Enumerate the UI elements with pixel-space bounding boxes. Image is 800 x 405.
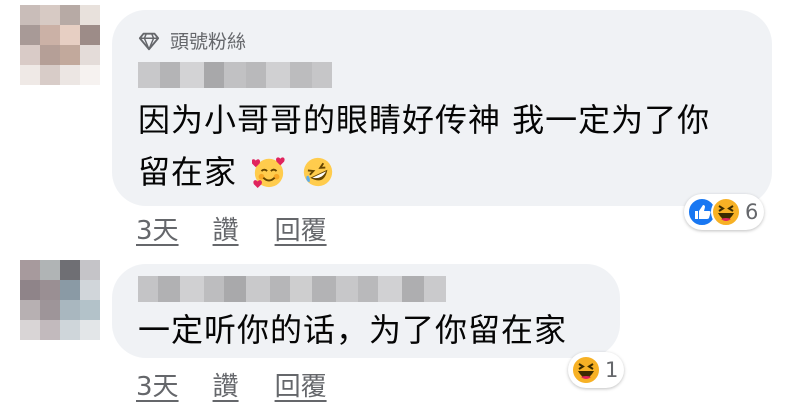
like-button[interactable]: 讚 (213, 210, 239, 247)
haha-icon (711, 197, 741, 227)
reaction-summary[interactable]: 1 (568, 352, 625, 388)
comment-text-line: 一定听你的话，为了你留在家 (138, 311, 568, 349)
timestamp-link[interactable]: 3天 (136, 210, 179, 247)
comment-text-segment: 留在家 (138, 153, 238, 191)
comment-actions: 3天 讚 回覆 (136, 210, 327, 247)
commenter-name[interactable] (138, 62, 332, 88)
reaction-count: 1 (605, 358, 619, 382)
reaction-summary[interactable]: 6 (684, 194, 765, 230)
avatar[interactable] (20, 260, 100, 340)
like-button[interactable]: 讚 (213, 366, 239, 403)
avatar[interactable] (20, 5, 100, 85)
comment-actions: 3天 讚 回覆 (136, 366, 327, 403)
comment-text: 因为小哥哥的眼睛好传神 我一定为了你 留在家 (138, 94, 758, 198)
comment-text-line: 因为小哥哥的眼睛好传神 我一定为了你 (138, 101, 711, 139)
commenter-name[interactable] (138, 276, 446, 302)
comment-text: 一定听你的话，为了你留在家 (138, 304, 608, 356)
top-fan-badge: 頭號粉絲 (138, 27, 246, 54)
comment-text-line: 留在家 (138, 146, 758, 198)
reaction-count: 6 (745, 200, 759, 224)
haha-icon (571, 355, 601, 385)
smiling-face-with-hearts-icon (252, 157, 285, 189)
timestamp-link[interactable]: 3天 (136, 366, 179, 403)
reply-button[interactable]: 回覆 (275, 366, 327, 403)
reply-button[interactable]: 回覆 (275, 210, 327, 247)
rolling-on-floor-laughing-icon (304, 157, 333, 187)
diamond-icon (138, 32, 160, 50)
badge-label: 頭號粉絲 (170, 31, 247, 53)
